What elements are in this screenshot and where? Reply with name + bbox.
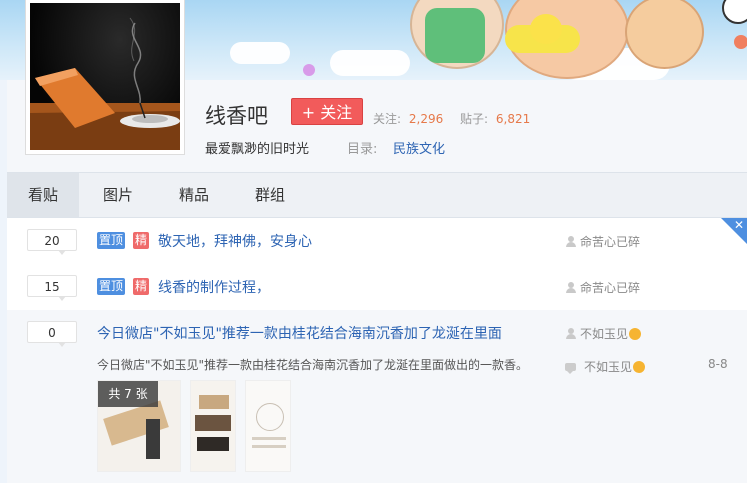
thread-image-thumbnail[interactable] [245, 380, 291, 472]
thread-image-thumbnail[interactable] [190, 380, 236, 472]
followers-count: 2,296 [408, 112, 444, 126]
person-icon [566, 282, 576, 293]
person-icon [566, 236, 576, 247]
last-reply-name: 不如玉见 [584, 360, 633, 374]
followers-label: 关注: [373, 112, 402, 126]
banner-cloud [230, 42, 290, 64]
posts-count: 6,821 [495, 112, 531, 126]
thread-author[interactable]: 不如玉见 [566, 325, 642, 342]
thread-abstract: 今日微店"不如玉见"推荐一款由桂花结合海南沉香加了龙涎在里面做出的一款香。 [97, 358, 529, 372]
featured-badge: 精 [133, 232, 150, 249]
thumb-shape [252, 445, 286, 448]
thread-title[interactable]: 今日微店"不如玉见"推荐一款由桂花结合海南沉香加了龙涎在里面 [97, 323, 502, 343]
pinned-badge: 置顶 [97, 278, 126, 295]
banner-cloud [330, 50, 410, 76]
thumb-shape [252, 437, 286, 440]
banner-bear [625, 0, 704, 69]
catalog-link[interactable]: 民族文化 [393, 138, 445, 157]
thumb-shape [146, 419, 160, 459]
followers-stat: 关注: 2,296 [373, 110, 443, 127]
author-name: 命苦心已碎 [580, 235, 641, 249]
emoji-icon [633, 361, 646, 373]
author-name: 不如玉见 [580, 327, 629, 341]
forum-tabs: 看贴 图片 精品 群组 [7, 172, 747, 218]
tab-featured[interactable]: 精品 [163, 173, 225, 217]
forum-slogan: 最爱飘渺的旧时光 [205, 142, 310, 157]
forum-avatar[interactable] [25, 0, 185, 155]
author-name: 命苦心已碎 [580, 281, 641, 295]
catalog-label: 目录: [347, 142, 378, 157]
thumb-shape [256, 403, 284, 431]
image-count-badge: 共 7 张 [98, 381, 158, 407]
tab-groups[interactable]: 群组 [239, 173, 301, 217]
reply-count: 20 [27, 229, 77, 255]
banner-character-shirt [425, 8, 485, 63]
thread-title[interactable]: 线香的制作过程， [158, 277, 270, 297]
banner-balloon [734, 35, 747, 49]
thread-image-thumbnail[interactable]: 共 7 张 [97, 380, 181, 472]
banner-character [722, 0, 747, 24]
tab-images[interactable]: 图片 [87, 173, 149, 217]
posts-stat: 贴子: 6,821 [460, 110, 530, 127]
banner-duck [530, 14, 562, 44]
tab-posts[interactable]: 看贴 [7, 173, 79, 217]
thumb-shape [195, 415, 231, 431]
thumb-shape [199, 395, 229, 409]
reply-count: 15 [27, 275, 77, 301]
thread-row: 20 置顶 精 敬天地，拜神佛，安身心 命苦心已碎 [7, 218, 747, 264]
pinned-badge: 置顶 [97, 232, 126, 249]
emoji-icon [629, 328, 642, 340]
last-reply-author[interactable]: 不如玉见 [565, 358, 646, 375]
thread-author[interactable]: 命苦心已碎 [566, 233, 640, 250]
last-reply-time: 8-8 [708, 357, 728, 371]
reply-count: 0 [27, 321, 77, 347]
thread-row: 15 置顶 精 线香的制作过程， 命苦心已碎 [7, 264, 747, 310]
thread-title[interactable]: 敬天地，拜神佛，安身心 [158, 231, 312, 251]
person-icon [566, 328, 576, 339]
incense-image [30, 3, 180, 150]
follow-button[interactable]: + 关注 [291, 98, 363, 125]
reply-bubble-icon [565, 363, 576, 374]
banner-balloon [303, 64, 315, 76]
forum-title: 线香吧 [205, 104, 268, 128]
thumb-shape [197, 437, 229, 451]
featured-badge: 精 [133, 278, 150, 295]
posts-label: 贴子: [460, 112, 489, 126]
thread-author[interactable]: 命苦心已碎 [566, 279, 640, 296]
